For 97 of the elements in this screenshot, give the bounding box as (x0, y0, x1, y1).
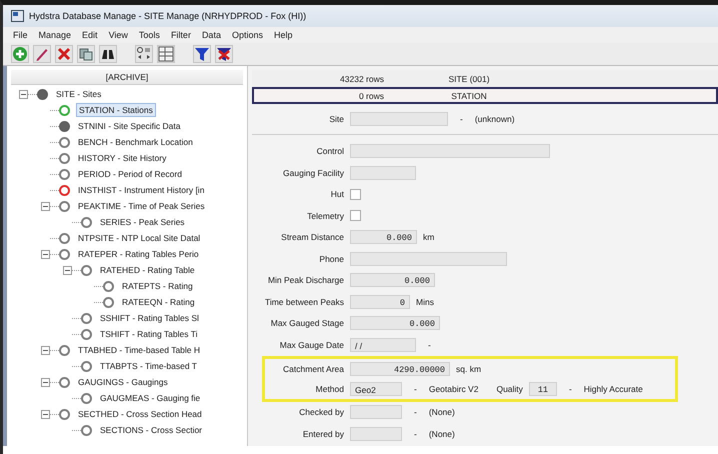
input-field[interactable]: 4290.00000 (350, 362, 450, 376)
tree-item[interactable]: SECTHED - Cross Section Head (76, 408, 204, 420)
separator-text: - (414, 428, 417, 439)
input-field[interactable] (350, 144, 550, 158)
collapse-icon[interactable] (19, 90, 28, 98)
unit-text: Mins (416, 296, 434, 307)
field-label: Catchment Area (282, 364, 344, 374)
tree-item[interactable]: TTABPTS - Time-based T (98, 360, 199, 372)
unit-text: sq. km (456, 364, 482, 374)
field-label: Site (328, 114, 344, 124)
tree-item[interactable]: GAUGMEAS - Gauging fie (98, 392, 202, 404)
description-text: (unknown) (474, 114, 515, 124)
separator-text: - (428, 340, 431, 350)
window-title: Hydstra Database Manage - SITE Manage (NRHYDPROD - Fox (HI)) (29, 11, 306, 21)
field-label: Phone (318, 254, 344, 264)
collapse-icon[interactable] (41, 378, 50, 386)
input-field[interactable]: 0.000 (350, 316, 440, 330)
collapse-icon[interactable] (41, 202, 50, 210)
field-label: Control (316, 146, 344, 156)
tree-item[interactable]: BENCH - Benchmark Location (76, 136, 195, 148)
input-field[interactable] (350, 166, 416, 180)
tree-item[interactable]: INSTHIST - Instrument History [in (76, 184, 206, 196)
binoculars-icon[interactable] (99, 45, 117, 63)
input-field[interactable]: / / (350, 338, 416, 352)
field-label: Min Peak Discharge (266, 275, 344, 286)
add-icon[interactable] (11, 45, 29, 63)
tree-item[interactable]: PERIOD - Period of Record (76, 168, 184, 180)
tree-item[interactable]: TSHIFT - Rating Tables Ti (98, 328, 200, 340)
input-field[interactable] (350, 252, 507, 266)
tree-item[interactable]: RATEEQN - Rating (120, 296, 197, 308)
delete-icon[interactable] (55, 45, 73, 63)
collapse-icon[interactable] (41, 250, 50, 258)
app-icon (11, 10, 24, 22)
field-label: Time between Peaks (264, 296, 344, 307)
tree-item[interactable]: STNINI - Site Specific Data (76, 120, 183, 132)
field-label: Gauging Facility (282, 168, 344, 178)
menu-item[interactable]: Data (202, 30, 221, 40)
description-text: Highly Accurate (584, 384, 643, 394)
input-field[interactable]: 0.000 (350, 273, 435, 288)
separator-text: - (568, 384, 572, 394)
input-field[interactable]: 11 (528, 382, 557, 396)
menu-item[interactable]: Options (232, 30, 263, 40)
checkbox[interactable] (350, 210, 361, 222)
separator-text: - (414, 384, 417, 394)
tree-item[interactable]: STATION - Stations (76, 103, 156, 117)
checkbox[interactable] (350, 188, 361, 200)
tree-item[interactable]: SSHIFT - Rating Tables Sl (98, 312, 201, 324)
field-label: Checked by (298, 407, 344, 418)
field-label: Method (314, 384, 344, 394)
description-text: Geotabirc V2 (428, 384, 478, 394)
field-label: Max Gauge Date (278, 340, 344, 350)
tree-item[interactable]: RATEHED - Rating Table (98, 264, 197, 276)
field-label: Entered by (302, 428, 344, 439)
tree-item[interactable]: SECTIONS - Cross Sectior (98, 424, 204, 436)
menu-item[interactable]: Manage (38, 30, 72, 40)
tree-item[interactable]: SITE - Sites (54, 88, 104, 100)
table-row[interactable]: 0 rows STATION (252, 87, 718, 104)
description-text: (None) (428, 407, 455, 418)
input-field[interactable]: 0 (350, 294, 410, 309)
tree-item[interactable]: GAUGINGS - Gaugings (76, 376, 170, 388)
menu-item[interactable]: Filter (170, 30, 191, 40)
tree-item[interactable]: PEAKTIME - Time of Peak Series (76, 200, 207, 212)
collapse-icon[interactable] (63, 266, 72, 274)
menu-item[interactable]: Help (274, 30, 292, 40)
description-text: (None) (428, 428, 455, 439)
field-label: Stream Distance (280, 232, 344, 242)
menu-item[interactable]: Tools (138, 30, 160, 40)
field-label: Quality (496, 384, 523, 394)
field-label: Telemetry (306, 210, 344, 221)
tree-item[interactable]: NTPSITE - NTP Local Site Datal (76, 232, 202, 244)
input-field[interactable]: Geo2 (350, 382, 402, 396)
pencil-icon[interactable] (33, 45, 51, 63)
tree-header: [ARCHIVE] (11, 70, 243, 85)
tree-item[interactable]: TTABHED - Time-based Table H (76, 344, 202, 356)
field-label: Max Gauged Stage (270, 318, 344, 328)
menu-item[interactable]: Edit (82, 30, 98, 40)
separator-text: - (460, 114, 463, 124)
grid-icon[interactable] (157, 45, 175, 63)
menu-item[interactable]: File (13, 30, 28, 40)
clear-filter-icon[interactable] (215, 45, 233, 63)
tree-item[interactable]: RATEPER - Rating Tables Perio (76, 248, 201, 260)
field-label: Hut (330, 189, 344, 200)
tree-item[interactable]: RATEPTS - Rating (120, 280, 195, 292)
input-field[interactable] (350, 405, 402, 420)
input-field[interactable] (350, 112, 448, 126)
table-row[interactable]: 43232 rows SITE (001) (252, 70, 718, 87)
menu-item[interactable]: View (108, 30, 128, 40)
collapse-icon[interactable] (41, 410, 50, 418)
input-field[interactable]: 0.000 (350, 230, 417, 244)
separator-text: - (414, 407, 417, 418)
unit-text: km (423, 232, 434, 242)
copy-icon[interactable] (77, 45, 95, 63)
tree-item[interactable]: SERIES - Peak Series (98, 216, 187, 228)
tree-item[interactable]: HISTORY - Site History (76, 152, 168, 164)
collapse-icon[interactable] (41, 346, 50, 354)
input-field[interactable] (350, 426, 402, 441)
filter-icon[interactable] (193, 45, 211, 63)
